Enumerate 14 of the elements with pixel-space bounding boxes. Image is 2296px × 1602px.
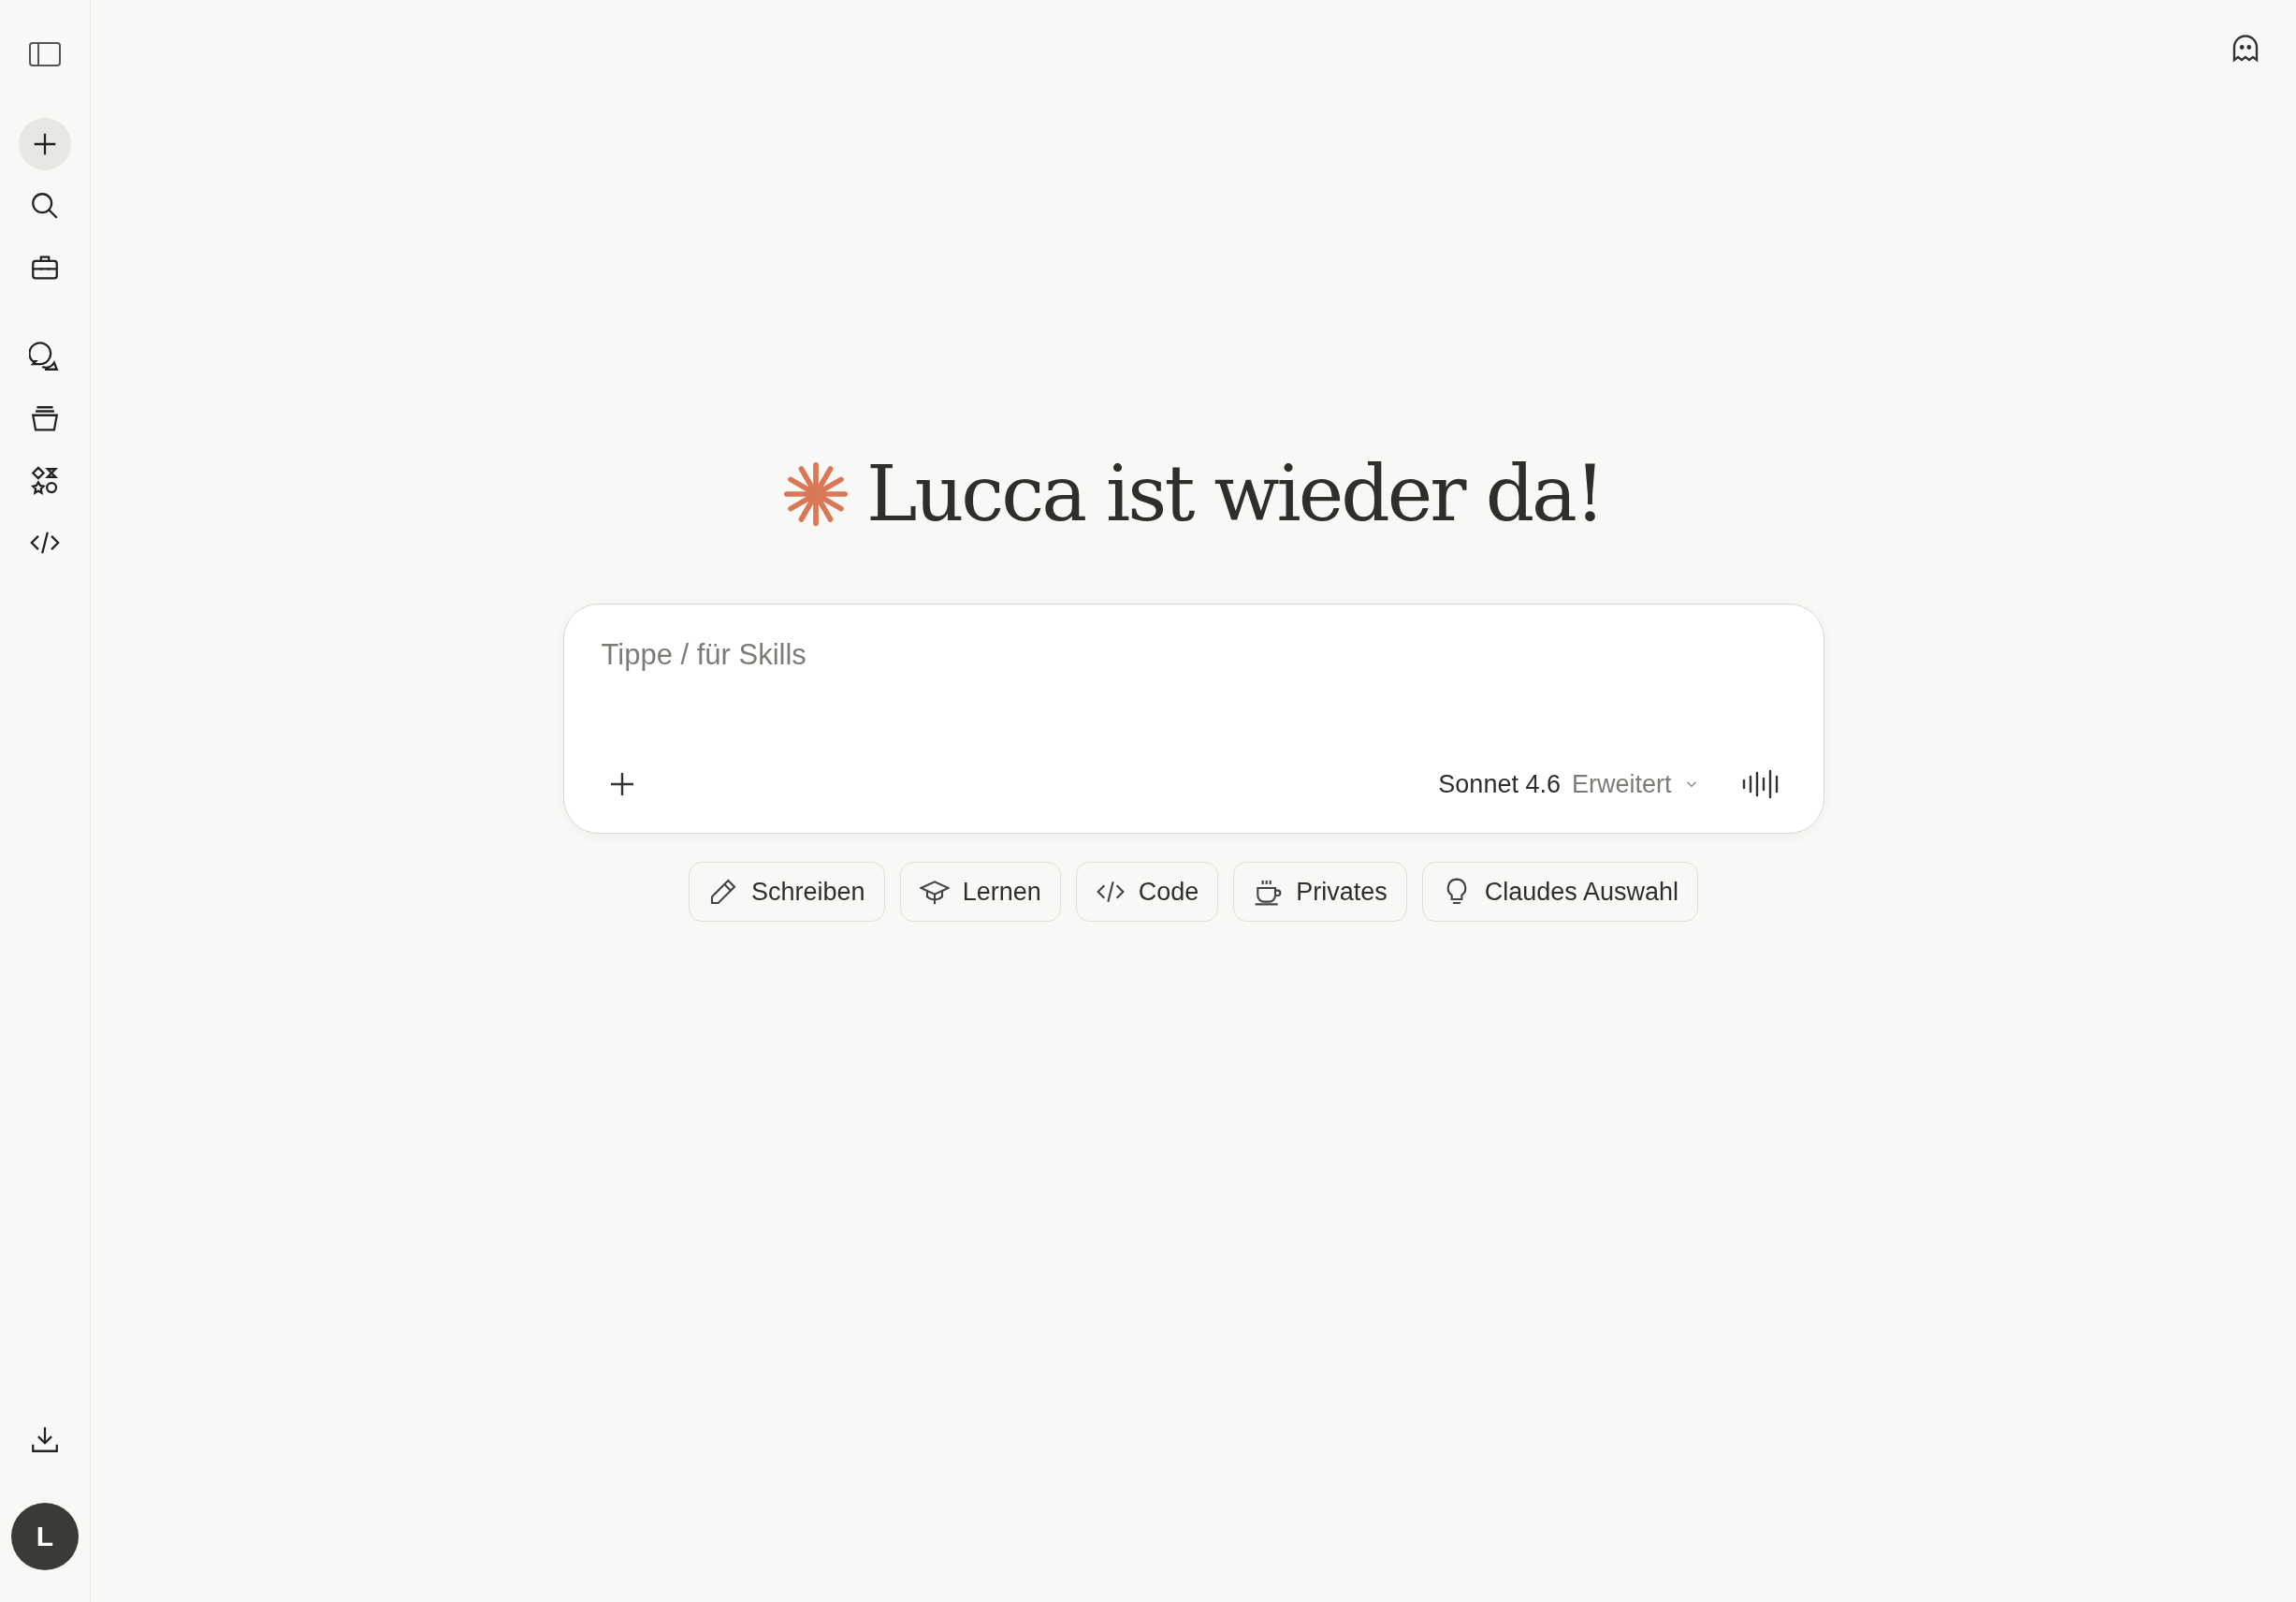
suggestion-chip[interactable]: Privates <box>1233 862 1407 922</box>
avatar-button[interactable]: L <box>11 1503 79 1570</box>
sidebar-icon <box>29 42 61 66</box>
suggestion-chip[interactable]: Claudes Auswahl <box>1421 862 1698 922</box>
greeting-heading: Lucca ist wieder da! <box>866 449 1603 538</box>
model-selector[interactable]: Sonnet 4.6 Erweitert <box>1438 769 1700 799</box>
suggestion-chip[interactable]: Lernen <box>899 862 1061 922</box>
suggestion-chip[interactable]: Schreiben <box>689 862 885 922</box>
message-input[interactable]: Tippe / für Skills <box>601 638 1786 672</box>
suggestion-chip[interactable]: Code <box>1075 862 1219 922</box>
sidebar-button[interactable] <box>19 118 71 170</box>
shapes-icon <box>29 465 61 497</box>
chat-bubbles-icon <box>29 342 61 373</box>
starburst-icon <box>784 461 848 526</box>
